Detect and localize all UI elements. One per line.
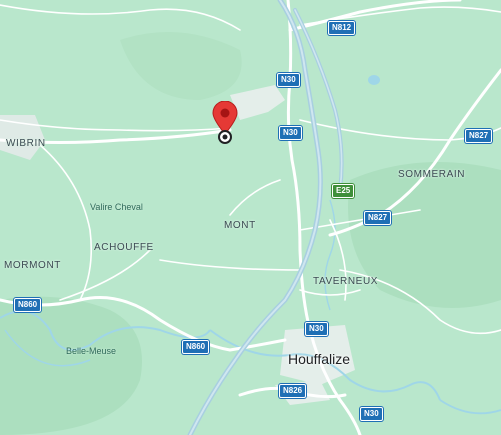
road-shield-e25: E25	[332, 184, 355, 198]
road-shield-n812: N812	[328, 21, 356, 35]
road-shield-n30: N30	[279, 126, 302, 140]
road-shield-n827: N827	[465, 129, 493, 143]
place-label-valire-cheval: Valire Cheval	[90, 202, 143, 212]
road-shield-n860: N860	[182, 340, 210, 354]
map-view[interactable]: WIBRIN MONT ACHOUFFE MORMONT TAVERNEUX S…	[0, 0, 501, 435]
road-shield-n826: N826	[279, 384, 307, 398]
village-label-achouffe: ACHOUFFE	[94, 242, 154, 253]
current-location-icon[interactable]	[218, 130, 232, 144]
road-shield-n860: N860	[14, 298, 42, 312]
pond	[368, 75, 380, 85]
road-shield-n30: N30	[360, 407, 383, 421]
village-label-taverneux: TAVERNEUX	[313, 276, 379, 287]
village-label-sommerain: SOMMERAIN	[398, 169, 466, 180]
road-shield-n827: N827	[364, 211, 392, 225]
village-label-mont: MONT	[224, 220, 256, 231]
village-label-wibrin: WIBRIN	[6, 138, 46, 149]
road-shield-n30: N30	[305, 322, 328, 336]
village-label-mormont: MORMONT	[4, 260, 61, 271]
town-label-houffalize: Houffalize	[288, 351, 351, 367]
map-base-layer	[0, 0, 501, 435]
road-shield-n30: N30	[277, 73, 300, 87]
place-label-belle-meuse: Belle-Meuse	[66, 346, 117, 356]
